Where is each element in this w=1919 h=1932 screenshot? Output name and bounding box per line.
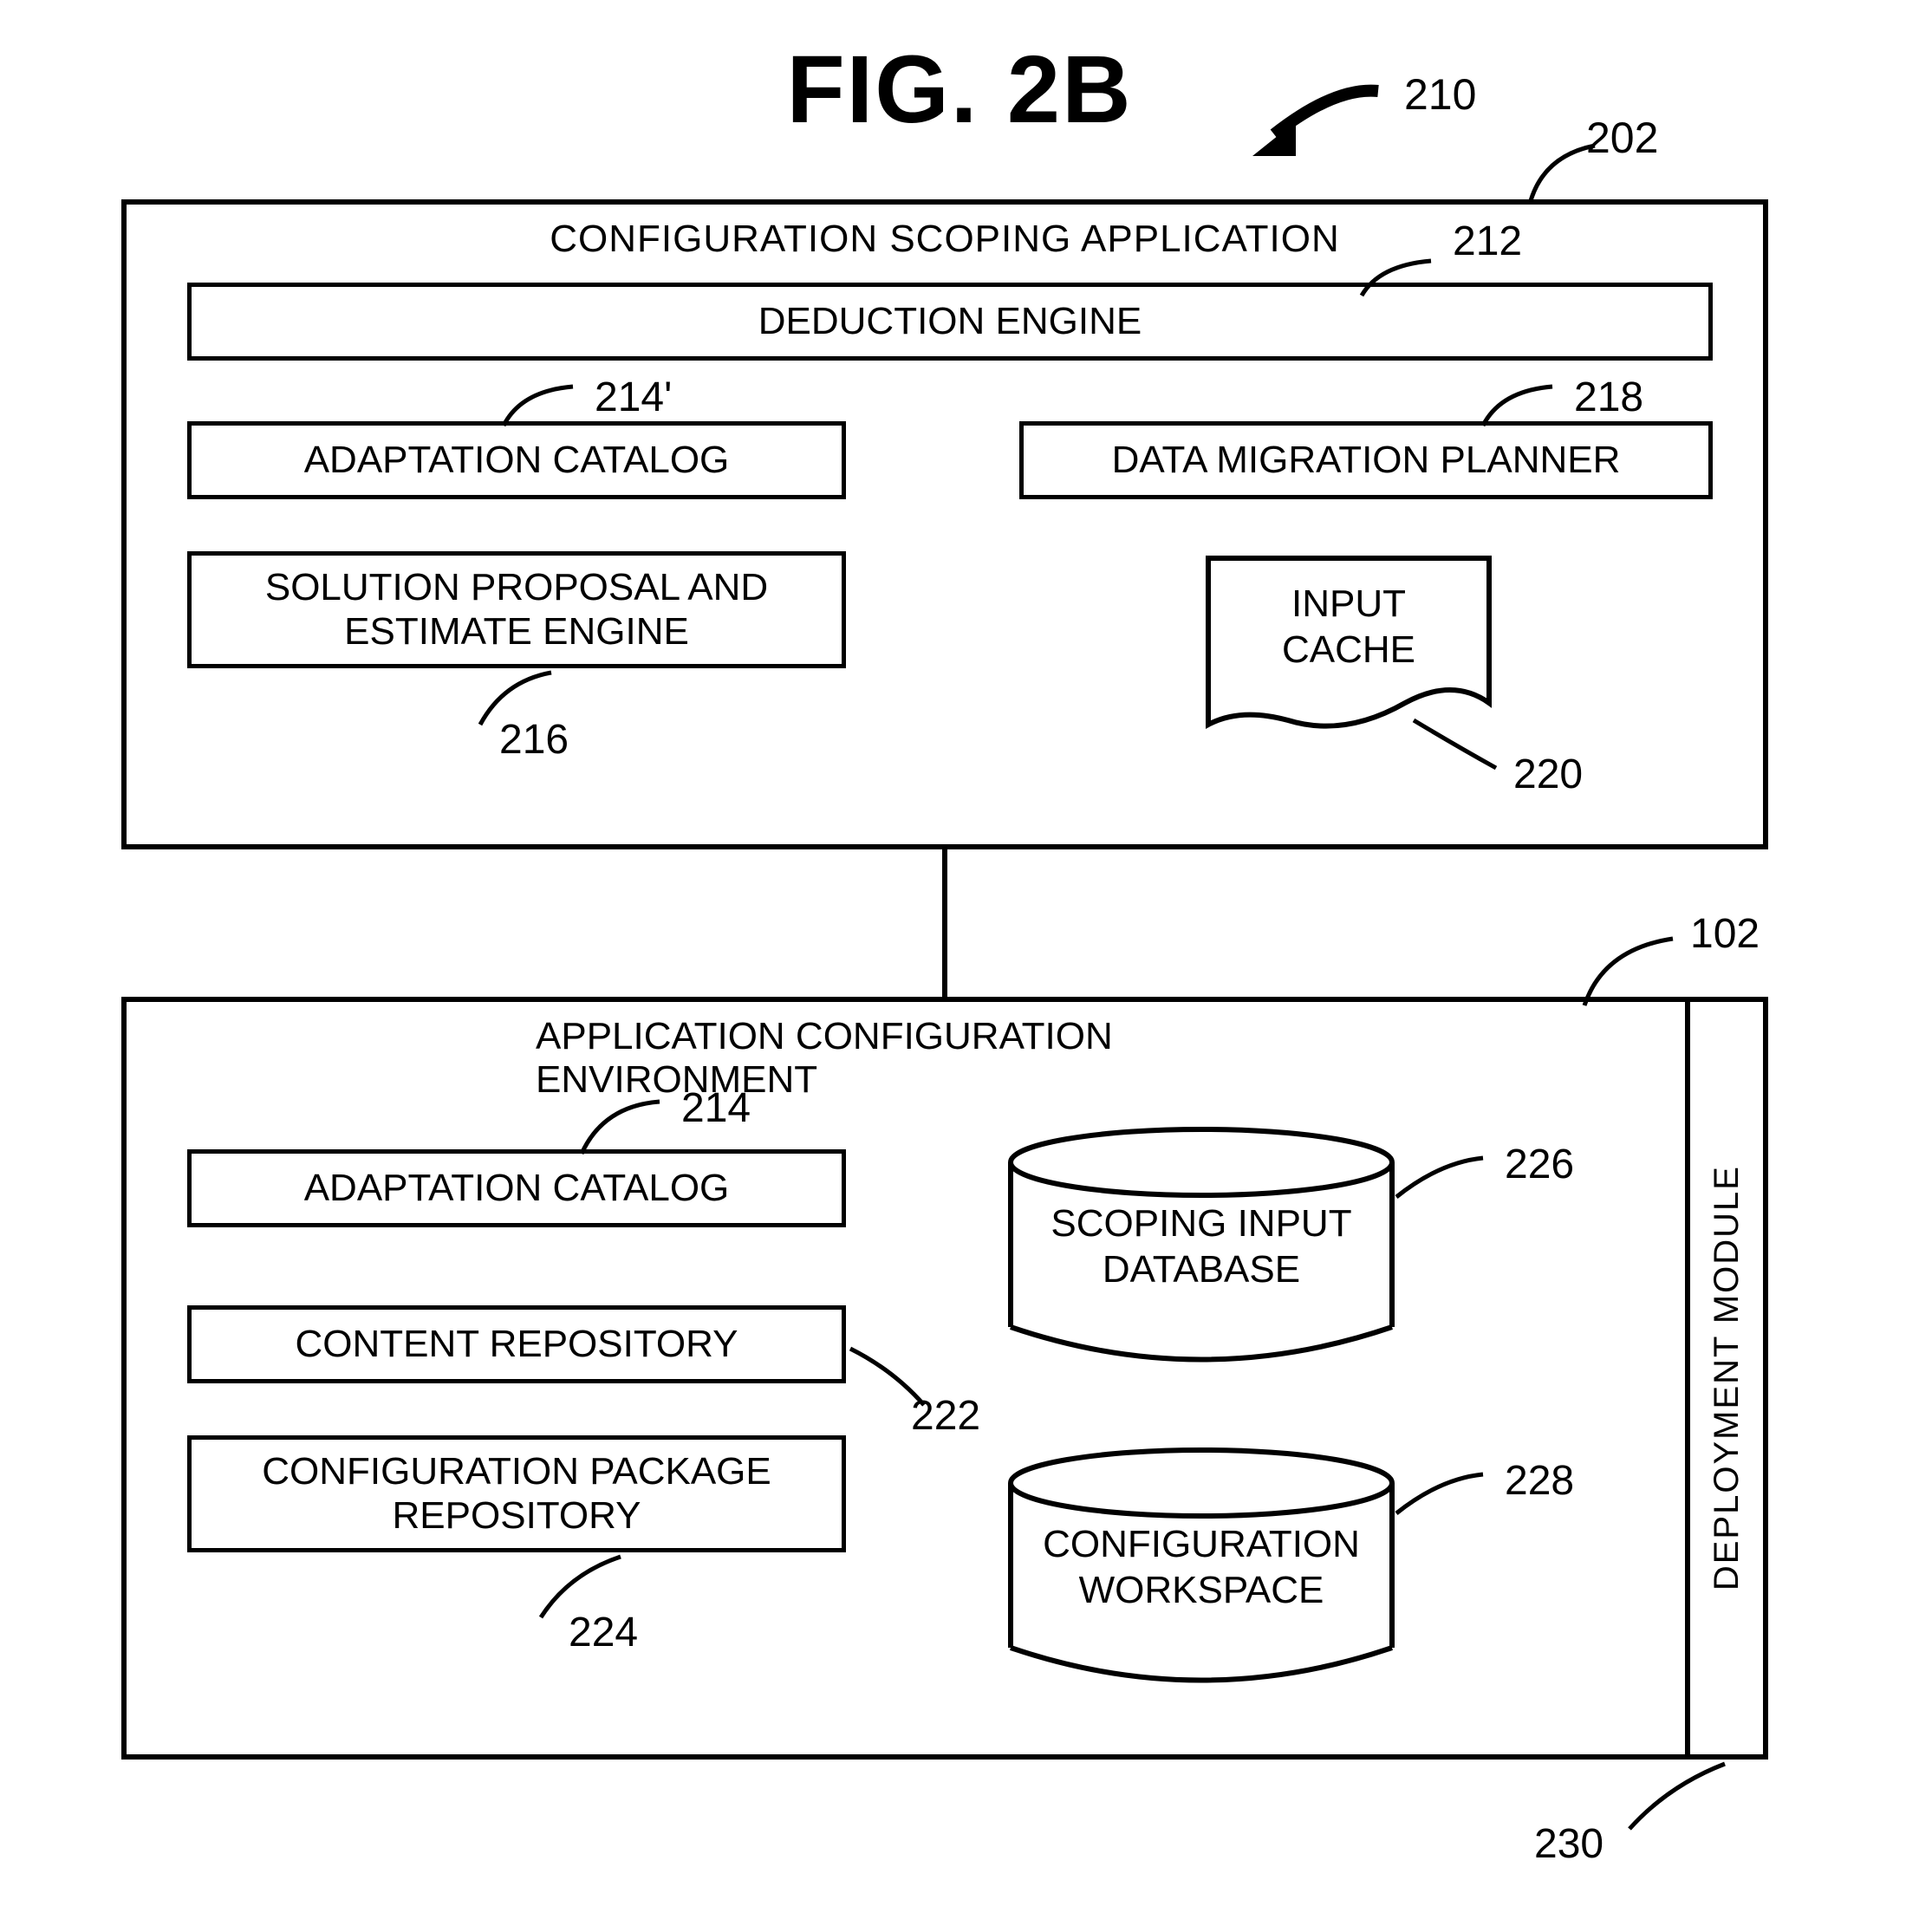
- content-repository-box: CONTENT REPOSITORY: [187, 1305, 846, 1383]
- ref-230: 230: [1534, 1820, 1604, 1868]
- db2-line1: CONFIGURATION: [1002, 1522, 1401, 1568]
- config-pkg-line2: REPOSITORY: [262, 1494, 771, 1538]
- adaptation-catalog-top-box: ADAPTATION CATALOG: [187, 421, 846, 499]
- db1-line1: SCOPING INPUT: [1002, 1201, 1401, 1247]
- content-repository-label: CONTENT REPOSITORY: [296, 1323, 738, 1367]
- leader-line: [499, 382, 577, 430]
- cache-line1: INPUT: [1201, 582, 1496, 628]
- ref-224: 224: [569, 1609, 638, 1656]
- adaptation-catalog-bottom-box: ADAPTATION CATALOG: [187, 1149, 846, 1227]
- ref-220: 220: [1513, 751, 1583, 798]
- ref-228: 228: [1505, 1457, 1574, 1505]
- data-migration-planner-box: DATA MIGRATION PLANNER: [1019, 421, 1713, 499]
- scoping-input-database-cylinder: SCOPING INPUT DATABASE: [1002, 1123, 1401, 1366]
- leader-line: [1392, 1470, 1487, 1518]
- ace-title: APPLICATION CONFIGURATION ENVIRONMENT: [536, 1015, 1354, 1102]
- ref-214p: 214': [595, 374, 672, 421]
- db2-line2: WORKSPACE: [1002, 1568, 1401, 1614]
- deduction-engine-label: DEDUCTION ENGINE: [758, 300, 1142, 344]
- application-configuration-environment-box: APPLICATION CONFIGURATION ENVIRONMENT AD…: [121, 997, 1768, 1760]
- deployment-module-strip: DEPLOYMENT MODULE: [1685, 1002, 1763, 1754]
- deployment-module-label: DEPLOYMENT MODULE: [1708, 1165, 1747, 1590]
- leader-line: [577, 1097, 664, 1158]
- scoping-app-title: CONFIGURATION SCOPING APPLICATION: [550, 218, 1339, 261]
- solution-line1: SOLUTION PROPOSAL AND: [265, 566, 768, 610]
- solution-proposal-box: SOLUTION PROPOSAL AND ESTIMATE ENGINE: [187, 551, 846, 668]
- db1-line2: DATABASE: [1002, 1247, 1401, 1293]
- ref-216: 216: [499, 716, 569, 764]
- ref-212: 212: [1453, 218, 1522, 265]
- leader-line: [1479, 382, 1557, 430]
- leader-line: [1409, 716, 1505, 777]
- leader-line: [1621, 1760, 1734, 1838]
- data-migration-planner-label: DATA MIGRATION PLANNER: [1112, 439, 1621, 483]
- ref-214: 214: [681, 1084, 751, 1132]
- cache-line2: CACHE: [1201, 628, 1496, 673]
- adaptation-catalog-bottom-label: ADAPTATION CATALOG: [304, 1167, 730, 1211]
- ref-210: 210: [1404, 69, 1476, 120]
- connector-line: [942, 849, 947, 997]
- configuration-scoping-application-box: CONFIGURATION SCOPING APPLICATION DEDUCT…: [121, 199, 1768, 849]
- leader-line: [1392, 1154, 1487, 1201]
- config-pkg-line1: CONFIGURATION PACKAGE: [262, 1450, 771, 1494]
- deduction-engine-box: DEDUCTION ENGINE: [187, 283, 1713, 361]
- ref-218: 218: [1574, 374, 1643, 421]
- pointer-arrow-icon: [1239, 74, 1387, 178]
- adaptation-catalog-top-label: ADAPTATION CATALOG: [304, 439, 730, 483]
- ref-202: 202: [1586, 113, 1658, 163]
- solution-line2: ESTIMATE ENGINE: [265, 610, 768, 654]
- configuration-workspace-cylinder: CONFIGURATION WORKSPACE: [1002, 1444, 1401, 1687]
- leader-line: [1357, 257, 1435, 300]
- ref-226: 226: [1505, 1141, 1574, 1188]
- configuration-package-repository-box: CONFIGURATION PACKAGE REPOSITORY: [187, 1435, 846, 1552]
- ref-102: 102: [1690, 910, 1760, 958]
- figure-title: FIG. 2B: [786, 35, 1132, 145]
- ref-222: 222: [911, 1392, 980, 1440]
